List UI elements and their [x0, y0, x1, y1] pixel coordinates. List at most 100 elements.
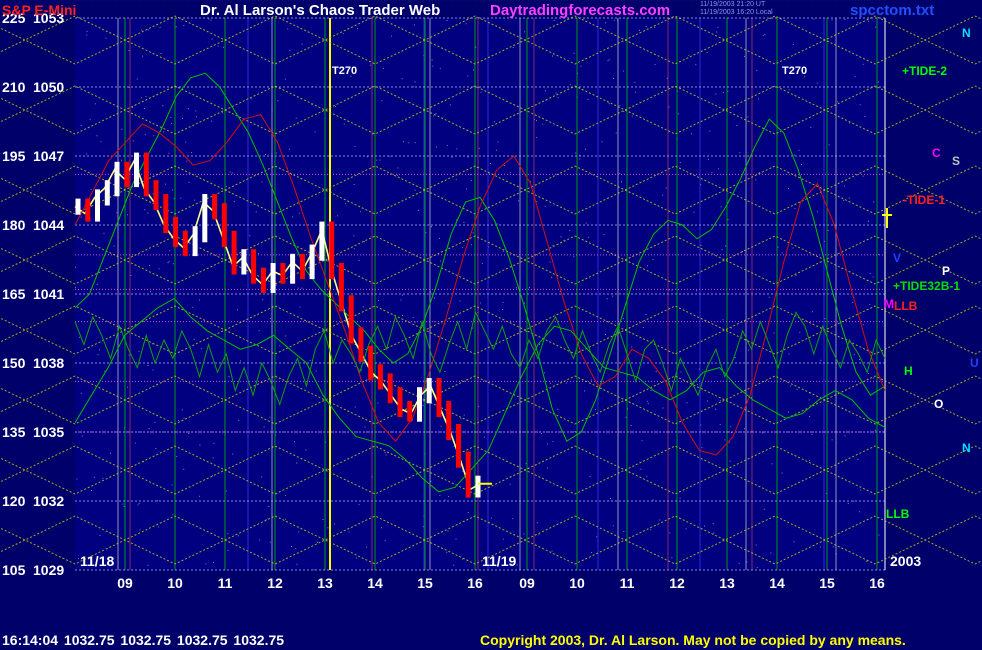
right-label: +TIDE-2	[902, 64, 947, 78]
star-dot	[496, 223, 498, 225]
star-dot	[607, 60, 609, 62]
star-dot	[650, 529, 652, 531]
x-tick-label: 12	[669, 575, 685, 591]
y-right-tick-label: 1047	[33, 148, 64, 164]
star-dot	[744, 428, 746, 430]
star-dot	[172, 514, 174, 516]
x-tick-label: 15	[819, 575, 835, 591]
star-dot	[502, 309, 504, 310]
star-dot	[755, 544, 757, 546]
star-dot	[213, 443, 215, 445]
star-dot	[569, 230, 571, 232]
price-bar	[270, 263, 276, 293]
star-dot	[440, 260, 442, 262]
star-dot	[377, 402, 379, 404]
star-dot	[138, 503, 140, 505]
y-right-tick-label: 1035	[33, 424, 64, 440]
right-label: U	[970, 356, 979, 370]
star-dot	[205, 563, 207, 565]
star-dot	[167, 262, 169, 264]
star-dot	[550, 276, 552, 278]
star-dot	[641, 440, 643, 442]
time-marker-label: T270	[332, 65, 357, 77]
star-dot	[240, 360, 241, 362]
star-dot	[199, 299, 200, 301]
star-dot	[686, 402, 688, 404]
star-dot	[575, 152, 577, 154]
price-bar	[202, 194, 208, 243]
star-dot	[425, 232, 427, 234]
star-dot	[566, 382, 568, 384]
star-dot	[178, 420, 180, 422]
star-dot	[446, 551, 448, 553]
star-dot	[453, 445, 455, 447]
star-dot	[103, 232, 105, 234]
star-dot	[440, 425, 442, 427]
star-dot	[159, 26, 161, 28]
star-dot	[478, 147, 480, 149]
star-dot	[171, 484, 173, 486]
star-dot	[147, 212, 149, 214]
star-dot	[431, 226, 432, 228]
star-dot	[730, 426, 732, 428]
star-dot	[128, 50, 130, 52]
star-dot	[794, 208, 796, 210]
date-label: 2003	[890, 553, 921, 569]
star-dot	[127, 386, 129, 388]
star-dot	[764, 34, 766, 35]
star-dot	[138, 350, 140, 352]
star-dot	[212, 457, 214, 459]
star-dot	[625, 416, 627, 418]
star-dot	[455, 179, 457, 181]
star-dot	[781, 472, 783, 474]
star-dot	[259, 539, 261, 541]
star-dot	[580, 65, 582, 67]
star-dot	[294, 441, 295, 443]
star-dot	[862, 175, 864, 177]
star-dot	[422, 404, 424, 406]
star-dot	[866, 561, 868, 562]
star-dot	[455, 261, 457, 263]
star-dot	[434, 297, 435, 299]
star-dot	[824, 318, 826, 320]
star-dot	[238, 419, 240, 421]
star-dot	[447, 530, 449, 532]
star-dot	[232, 453, 234, 455]
star-dot	[497, 141, 499, 143]
y-right-tick-label: 1032	[33, 493, 64, 509]
star-dot	[354, 406, 356, 408]
star-dot	[459, 300, 461, 302]
star-dot	[183, 417, 185, 419]
star-dot	[756, 567, 758, 569]
right-label: H	[904, 364, 913, 378]
star-dot	[867, 220, 869, 222]
star-dot	[585, 148, 586, 150]
star-dot	[141, 29, 143, 31]
star-dot	[799, 331, 801, 333]
star-dot	[589, 475, 591, 477]
star-dot	[435, 113, 437, 115]
star-dot	[80, 216, 82, 218]
price-bar	[231, 230, 237, 275]
symbol-title: S&P E-Mini	[2, 2, 77, 18]
star-dot	[188, 433, 190, 434]
star-dot	[605, 334, 606, 335]
star-dot	[512, 47, 514, 48]
star-dot	[397, 174, 399, 176]
star-dot	[541, 433, 543, 434]
star-dot	[168, 260, 170, 262]
y-left-tick-label: 135	[2, 424, 26, 440]
star-dot	[868, 20, 869, 22]
star-dot	[353, 235, 355, 237]
star-dot	[671, 557, 673, 559]
star-dot	[390, 35, 392, 37]
star-dot	[451, 156, 453, 158]
star-dot	[659, 519, 661, 521]
site-link[interactable]: Daytradingforecasts.com	[490, 2, 670, 19]
y-right-tick-label: 1050	[33, 79, 64, 95]
star-dot	[170, 116, 172, 118]
star-dot	[762, 432, 764, 434]
star-dot	[777, 246, 779, 248]
x-tick-label: 16	[467, 575, 483, 591]
star-dot	[613, 19, 615, 21]
